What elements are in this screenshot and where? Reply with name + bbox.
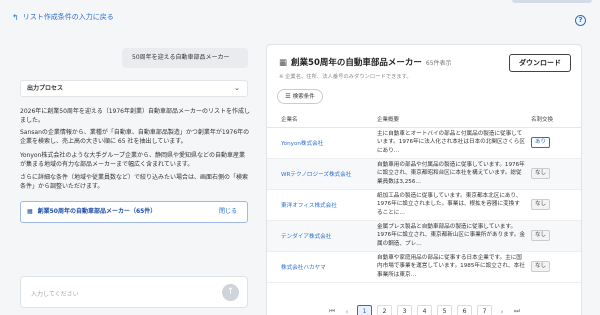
- card-exchange-badge: なし: [531, 199, 551, 210]
- top-edge-bar: [512, 0, 592, 3]
- back-link-label: リスト作成条件の入力に戻る: [22, 13, 114, 21]
- table-row[interactable]: テンダイア株式会社 金属プレス製品と自動車部品の製造に従事しています。1976年…: [267, 220, 581, 252]
- result-list-label: 創業50周年の自動車部品メーカー（65件）: [37, 208, 157, 215]
- table-row[interactable]: 東洋オフィス株式会社 紙加工品の製造に従事しています。東京都本北区にあり、197…: [267, 189, 581, 221]
- company-description: 主に自動車とオートバイの部品と付属品の製造に従事しています。1976年に法人化さ…: [377, 127, 531, 159]
- result-list-card[interactable]: ▦ 創業50周年の自動車部品メーカー（65件） 閉じる: [20, 201, 248, 223]
- card-exchange-badge: あり: [531, 137, 551, 148]
- pagination: ⏮ ‹ 1 2 3 4 5 6 7 › ⏭: [327, 305, 522, 315]
- user-query-bubble: 50周年を迎える自動車部品メーカー: [122, 48, 248, 68]
- send-arrow-icon[interactable]: ↑: [222, 284, 239, 301]
- top-bar: ↰ リスト作成条件の入力に戻る ?: [0, 0, 600, 36]
- column-header-name[interactable]: 企業名: [267, 111, 377, 128]
- company-name-link[interactable]: 東洋オフィス株式会社: [267, 189, 377, 221]
- page-button[interactable]: 4: [417, 305, 432, 315]
- next-page-icon[interactable]: ›: [497, 308, 507, 315]
- table-row[interactable]: WRテクノロジーズ株式会社 自動車用の部品や付属品の製造に従事しています。197…: [267, 158, 581, 190]
- page-button[interactable]: 7: [477, 305, 492, 315]
- company-table: 企業名 企業概要 名刺交換 Yonyon株式会社 主に自動車とオートバイの部品と…: [267, 111, 581, 283]
- column-header-card-exchange[interactable]: 名刺交換: [531, 111, 581, 128]
- result-count: 65件表示: [425, 60, 452, 67]
- company-description: 自動車や家庭用品の部品に従事する日本企業です。主に国内市場で事業を運営しています…: [377, 251, 531, 283]
- answer-paragraph-4: さらに詳細な条件（地域や従業員数など）で絞り込みたい場合は、画面右側の「検索条件…: [20, 174, 249, 191]
- company-description: 紙加工品の製造に従事しています。東京都本北区にあり、1976年に設立されました。…: [377, 189, 531, 221]
- grid-icon: ▦: [27, 208, 33, 215]
- chat-input-box[interactable]: 入力してください ↑: [20, 276, 248, 308]
- company-name-link[interactable]: 株式会社ハカヤマ: [267, 251, 377, 283]
- page-button[interactable]: 1: [357, 305, 372, 315]
- answer-paragraph-2: Sansanの企業情報から、業種が「自動車、自動車部品製造」かつ創業年が1976…: [20, 129, 250, 146]
- last-page-icon[interactable]: ⏭: [512, 307, 522, 315]
- panel-title-text: 創業50周年の自動車部品メーカー: [291, 58, 422, 68]
- search-conditions-button[interactable]: ☰ 検索条件: [277, 89, 323, 104]
- grid-icon: ▦: [279, 58, 288, 68]
- answer-paragraph-1: 2026年に創業50周年を迎える（1976年創業）自動車部品メーカーのリストを作…: [20, 108, 250, 125]
- chat-input-placeholder[interactable]: 入力してください: [31, 289, 79, 298]
- prev-page-icon[interactable]: ‹: [342, 308, 352, 315]
- company-name-link[interactable]: Yonyon株式会社: [267, 127, 377, 159]
- arrow-left-icon: ↰: [12, 12, 19, 22]
- output-process-accordion[interactable]: 出力プロセス ⌄: [20, 80, 248, 97]
- card-exchange-badge: なし: [531, 261, 551, 272]
- result-panel: ▦ 創業50周年の自動車部品メーカー 65件表示 ダウンロード ※ 企業名、住所、法…: [266, 44, 582, 315]
- close-result-button[interactable]: 閉じる: [219, 202, 237, 222]
- help-circle-icon[interactable]: ?: [575, 15, 586, 26]
- card-exchange-badge: なし: [531, 230, 551, 241]
- download-button[interactable]: ダウンロード: [509, 54, 571, 72]
- table-row[interactable]: Yonyon株式会社 主に自動車とオートバイの部品と付属品の製造に従事しています…: [267, 127, 581, 159]
- output-process-label: 出力プロセス: [27, 85, 64, 92]
- download-note: ※ 企業名、住所、法人番号のみダウンロードできます。: [279, 74, 412, 80]
- first-page-icon[interactable]: ⏮: [327, 307, 337, 315]
- filter-icon: ☰: [285, 93, 291, 100]
- page-button[interactable]: 3: [397, 305, 412, 315]
- company-description: 金属プレス製品と自動車部品の製造に従事しています。1976年に設立され、東京都新…: [377, 220, 531, 252]
- company-description: 自動車用の部品や付属品の製造に従事しています。1976年に設立され、東京都昭和台…: [377, 158, 531, 190]
- back-link[interactable]: ↰ リスト作成条件の入力に戻る: [12, 12, 114, 22]
- page-button[interactable]: 2: [377, 305, 392, 315]
- card-exchange-badge: なし: [531, 168, 551, 179]
- answer-paragraph-3: Yonyon株式会社のような大手グループ企業から、静岡県や愛知県などの自動車産業…: [20, 152, 246, 169]
- panel-title: ▦ 創業50周年の自動車部品メーカー 65件表示: [279, 56, 452, 68]
- search-conditions-label: 検索条件: [292, 94, 315, 100]
- company-name-link[interactable]: テンダイア株式会社: [267, 220, 377, 252]
- table-row[interactable]: 株式会社ハカヤマ 自動車や家庭用品の部品に従事する日本企業です。主に国内市場で事…: [267, 251, 581, 283]
- page-button[interactable]: 5: [437, 305, 452, 315]
- chevron-down-icon: ⌄: [234, 84, 240, 92]
- page-button[interactable]: 6: [457, 305, 472, 315]
- column-header-description[interactable]: 企業概要: [377, 111, 531, 128]
- company-name-link[interactable]: WRテクノロジーズ株式会社: [267, 158, 377, 190]
